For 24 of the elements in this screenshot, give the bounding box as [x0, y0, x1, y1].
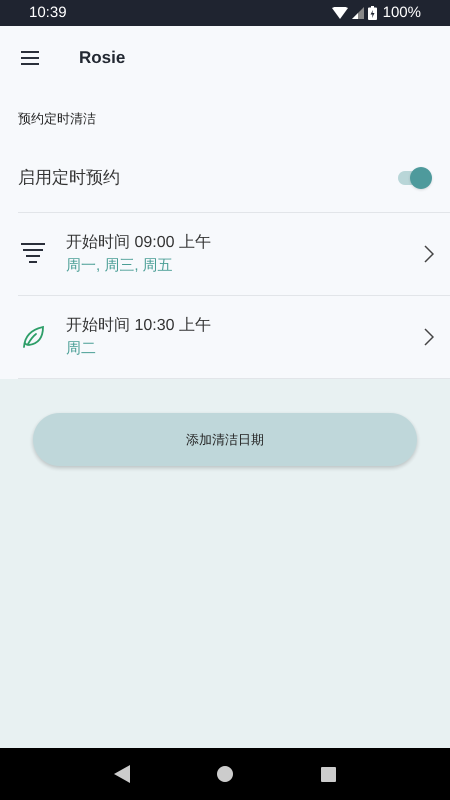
- schedule-item[interactable]: 开始时间 10:30 上午 周二: [18, 295, 450, 378]
- clock: 10:39: [29, 2, 67, 23]
- section-title: 预约定时清洁: [18, 110, 96, 128]
- toggle-switch[interactable]: [396, 166, 432, 190]
- battery-level: 100%: [382, 2, 421, 23]
- signal-icon: [352, 7, 364, 19]
- start-time: 开始时间 09:00 上午: [66, 232, 212, 253]
- wifi-icon: [332, 7, 348, 19]
- weekdays: 周一, 周三, 周五: [66, 256, 174, 276]
- leaf-icon: [21, 325, 45, 349]
- filter-lines-icon: [20, 242, 46, 266]
- battery-icon: [368, 6, 377, 20]
- start-time: 开始时间 10:30 上午: [66, 316, 212, 336]
- schedule-item[interactable]: 开始时间 09:00 上午 周一, 周三, 周五: [18, 212, 450, 295]
- app-title: Rosie: [79, 47, 126, 70]
- chevron-right-icon: [424, 245, 434, 263]
- recents-icon[interactable]: [321, 766, 336, 782]
- back-icon[interactable]: [114, 765, 130, 783]
- home-icon[interactable]: [217, 766, 234, 782]
- chevron-right-icon: [424, 328, 434, 346]
- menu-icon[interactable]: [21, 51, 39, 65]
- weekdays: 周二: [66, 338, 97, 359]
- toggle-label: 启用定时预约: [18, 167, 120, 190]
- add-cleaning-date-button[interactable]: 添加清洁日期: [33, 413, 417, 466]
